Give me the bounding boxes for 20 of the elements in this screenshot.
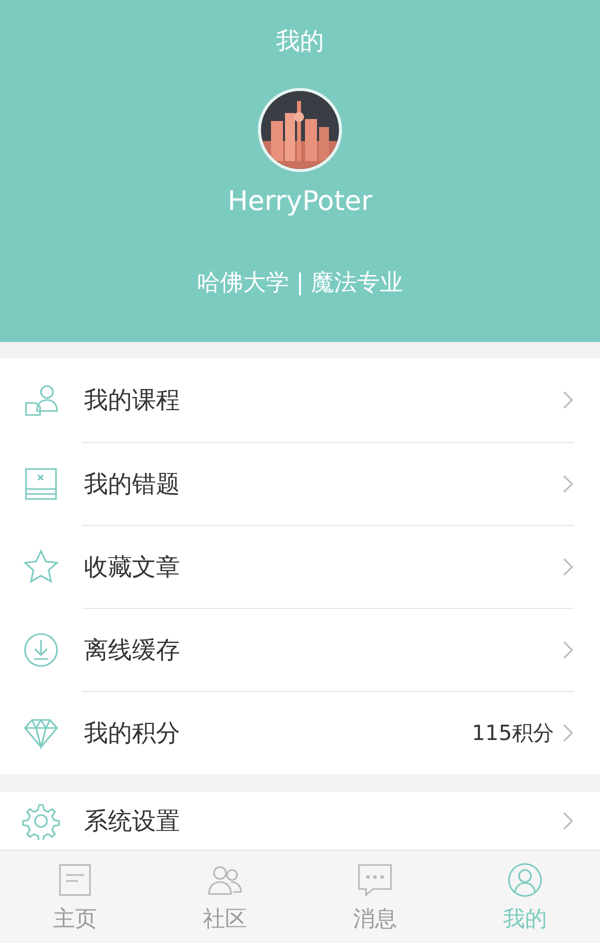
- page-title: 我的: [276, 26, 324, 57]
- username: HerryPoter: [228, 186, 372, 217]
- menu-item[interactable]: 我的错题: [0, 442, 600, 525]
- star-icon: [22, 548, 60, 586]
- school-major: 哈佛大学 | 魔法专业: [196, 269, 404, 298]
- download-icon: [22, 630, 60, 668]
- menu-item[interactable]: 我的积分 115积分: [0, 691, 600, 774]
- menu-item[interactable]: 离线缓存: [0, 608, 600, 691]
- chevron-icon: [562, 474, 574, 494]
- menu-item[interactable]: 收藏文章: [0, 525, 600, 608]
- settings-icon: [22, 802, 60, 840]
- chevron-icon: [562, 810, 574, 830]
- menu-item[interactable]: 我的课程: [0, 358, 600, 442]
- chevron-icon: [562, 390, 574, 410]
- chevron-icon: [562, 640, 574, 660]
- profile-icon: [505, 860, 545, 900]
- points-value: 115积分: [472, 720, 554, 746]
- chevron-icon: [562, 722, 574, 742]
- chevron-icon: [562, 556, 574, 576]
- menu-item[interactable]: 系统设置: [0, 792, 600, 849]
